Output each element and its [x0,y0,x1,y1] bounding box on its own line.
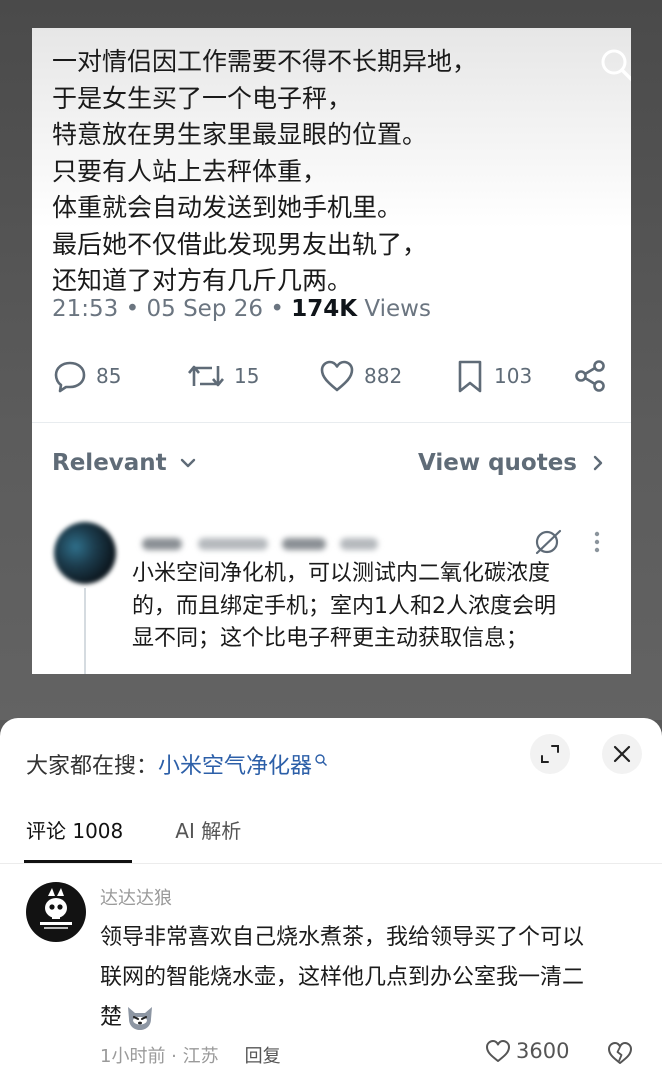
tab-comments[interactable]: 评论 1008 [26,818,123,858]
reply-line: 小米空间净化机，可以测试内二氧化碳浓度 [132,561,551,586]
retweet-button[interactable]: 15 [186,356,259,396]
close-button[interactable] [602,734,642,774]
thread-line [84,588,86,674]
skull-logo-icon [40,888,72,929]
meta-separator: • [125,296,147,322]
view-quotes-label: View quotes [417,450,577,476]
hot-search-link[interactable]: 小米空气净化器 [158,748,312,780]
hot-search: 大家都在搜： 小米空气净化器 [26,748,328,780]
hot-search-label: 大家都在搜： [26,754,159,779]
sort-label: Relevant [52,450,167,476]
expand-icon [541,745,559,763]
comment-like-button[interactable]: 3600 [484,1038,569,1064]
reply-text: 小米空间净化机，可以测试内二氧化碳浓度 的，而且绑定手机；室内1人和2人浓度会明… [132,558,622,656]
tweet-screenshot-card: 一对情侣因工作需要不得不长期异地， 于是女生买了一个电子秤， 特意放在男生家里最… [32,28,631,674]
share-button[interactable] [572,356,608,396]
tweet-line: 只要有人站上去秤体重， [52,156,328,186]
avatar[interactable] [54,522,116,584]
bookmark-count: 103 [494,364,533,388]
grok-icon[interactable] [532,526,564,558]
reply-count: 85 [96,364,122,388]
tweet-line: 特意放在男生家里最显眼的位置。 [52,120,428,149]
search-icon[interactable] [598,46,631,84]
heart-icon [320,360,354,392]
tweet-actions: 85 15 882 103 [52,356,612,396]
divider [32,422,631,423]
reply-extra-actions [532,526,612,558]
comment-username[interactable]: 达达达狼 [100,884,172,910]
comment-like-count: 3600 [516,1039,570,1063]
meta-separator: • [270,296,292,322]
tweet-time: 21:53 [52,296,119,322]
comment-tabs: 评论 1008 AI 解析 [26,818,293,858]
search-icon [315,754,328,766]
comment-body: 领导非常喜欢自己烧水煮茶，我给领导买了个可以 联网的智能烧水壶，这样他几点到办公… [100,918,645,1038]
views-label: Views [364,296,431,322]
tweet-line: 还知道了对方有几斤几两。 [52,266,353,295]
close-icon [613,745,631,763]
reply-button[interactable]: 回复 [245,1042,281,1068]
reply-line: 显不同；这个比电子秤更主动获取信息； [132,626,529,651]
more-vertical-icon[interactable] [590,526,604,558]
wolf-face-icon [128,1007,153,1030]
tweet-text: 一对情侣因工作需要不得不长期异地， 于是女生买了一个电子秤， 特意放在男生家里最… [52,44,592,300]
retweet-icon [188,365,224,387]
reply-icon [54,361,86,393]
broken-heart-icon [608,1042,632,1064]
comment-line-last: 楚 [100,998,645,1038]
share-icon [575,360,605,392]
chevron-down-icon [180,458,195,468]
retweet-count: 15 [234,364,260,388]
comment-footer: 1小时前 · 江苏 回复 [100,1042,281,1068]
tweet-date: 05 Sep 26 [146,296,264,322]
comments-sheet: 大家都在搜： 小米空气净化器 评论 1008 AI 解析 达达达狼 领导非常喜欢… [0,718,662,1080]
sort-relevant-dropdown[interactable]: Relevant [52,450,203,476]
comment-line: 联网的智能烧水壶，这样他几点到办公室我一清二 [100,965,585,990]
tweet-line: 体重就会自动发送到她手机里。 [52,193,403,222]
chevron-right-icon [593,455,603,471]
views-count: 174K [291,296,358,322]
reply-line: 的，而且绑定手机；室内1人和2人浓度会明 [132,593,556,619]
like-count: 882 [364,364,403,388]
tab-ai-analysis[interactable]: AI 解析 [175,818,241,858]
tweet-meta: 21:53 • 05 Sep 26 • 174K Views [52,296,431,322]
comment-meta: 1小时前 · 江苏 [100,1046,219,1067]
comment-line: 领导非常喜欢自己烧水煮茶，我给领导买了个可以 [100,925,585,950]
divider [0,863,662,864]
dislike-button[interactable] [606,1040,634,1070]
view-quotes-link[interactable]: View quotes [418,450,611,476]
bookmark-icon [458,360,482,393]
tweet-line: 最后她不仅借此发现男友出轨了， [52,229,428,259]
comment-line: 楚 [100,1005,123,1030]
reply-button[interactable]: 85 [52,356,121,396]
tweet-line: 于是女生买了一个电子秤， [52,83,353,113]
heart-icon [486,1040,510,1062]
tweet-line: 一对情侣因工作需要不得不长期异地， [52,47,478,76]
like-button[interactable]: 882 [318,356,402,396]
bookmark-button[interactable]: 103 [454,356,532,396]
expand-button[interactable] [530,734,570,774]
avatar[interactable] [26,882,86,942]
blurred-username [136,532,386,554]
